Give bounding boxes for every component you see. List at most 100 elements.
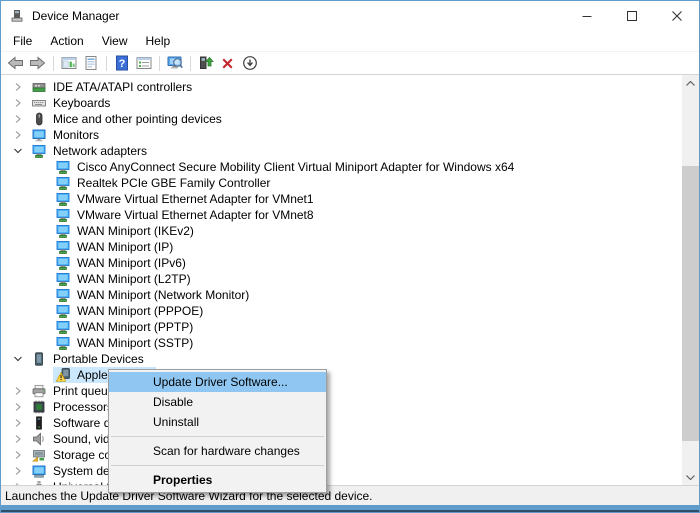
tree-item-wan-miniport-ip[interactable]: WAN Miniport (IP) xyxy=(1,239,682,255)
network-adapter-icon xyxy=(32,144,46,158)
row-body: WAN Miniport (Network Monitor) xyxy=(53,287,257,303)
back-button[interactable] xyxy=(5,53,26,73)
context-menu-item-properties[interactable]: Properties xyxy=(109,470,326,490)
processor-icon xyxy=(32,400,46,414)
keyboard-icon xyxy=(32,96,46,110)
tree-item-label: Mice and other pointing devices xyxy=(53,112,222,126)
chevron-collapsed-icon[interactable] xyxy=(13,433,29,445)
menu-bar: FileActionViewHelp xyxy=(1,31,699,52)
uninstall-icon xyxy=(220,56,235,71)
tree-item-wan-miniport-sstp[interactable]: WAN Miniport (SSTP) xyxy=(1,335,682,351)
tree-item-wan-miniport-l2tp[interactable]: WAN Miniport (L2TP) xyxy=(1,271,682,287)
chevron-expanded-icon[interactable] xyxy=(13,353,29,365)
properties-button[interactable] xyxy=(80,53,101,73)
forward-button[interactable] xyxy=(27,53,48,73)
tree-item-monitors[interactable]: Monitors xyxy=(1,127,682,143)
mouse-icon xyxy=(32,112,46,126)
chevron-collapsed-icon[interactable] xyxy=(13,449,29,461)
tree-item-wan-miniport-ipv6[interactable]: WAN Miniport (IPv6) xyxy=(1,255,682,271)
tree-item-wan-miniport-network-monitor[interactable]: WAN Miniport (Network Monitor) xyxy=(1,287,682,303)
menu-help[interactable]: Help xyxy=(137,31,180,51)
chevron-collapsed-icon[interactable] xyxy=(13,97,29,109)
vertical-scrollbar[interactable] xyxy=(682,75,699,485)
tree-item-cisco-anyconnect-secure-mobility-client-virtual-miniport-adapter-for-windows-x64[interactable]: Cisco AnyConnect Secure Mobility Client … xyxy=(1,159,682,175)
scan-hardware-button[interactable] xyxy=(164,53,185,73)
maximize-button[interactable] xyxy=(609,1,654,31)
sound-icon xyxy=(32,432,46,446)
tree-item-storage-controllers[interactable]: Storage controllers xyxy=(1,447,682,463)
row-body: Realtek PCIe GBE Family Controller xyxy=(53,175,278,191)
minimize-button[interactable] xyxy=(564,1,609,31)
row-body: Portable Devices xyxy=(29,351,152,367)
minimize-icon xyxy=(582,11,592,21)
tree-item-processors[interactable]: Processors xyxy=(1,399,682,415)
tree-item-apple-iphone[interactable]: Apple iPhone xyxy=(1,367,682,383)
export-list-button[interactable] xyxy=(133,53,154,73)
tree-item-mice-and-other-pointing-devices[interactable]: Mice and other pointing devices xyxy=(1,111,682,127)
scroll-down-button[interactable] xyxy=(682,469,699,485)
context-menu-item-update-driver-software[interactable]: Update Driver Software... xyxy=(109,372,326,392)
tree-item-label: Network adapters xyxy=(53,144,147,158)
software-device-icon xyxy=(32,416,46,430)
chevron-collapsed-icon[interactable] xyxy=(13,465,29,477)
chevron-expanded-icon[interactable] xyxy=(13,145,29,157)
disable-button[interactable] xyxy=(239,53,260,73)
row-body: Cisco AnyConnect Secure Mobility Client … xyxy=(53,159,522,175)
network-adapter-icon xyxy=(56,240,70,254)
context-menu-item-scan-for-hardware-changes[interactable]: Scan for hardware changes xyxy=(109,441,326,461)
portable-device-icon xyxy=(32,352,46,366)
tree-item-label: WAN Miniport (IPv6) xyxy=(77,256,186,270)
tree-item-keyboards[interactable]: Keyboards xyxy=(1,95,682,111)
chevron-collapsed-icon[interactable] xyxy=(13,385,29,397)
network-adapter-icon xyxy=(56,336,70,350)
network-adapter-icon xyxy=(56,160,70,174)
tree-item-portable-devices[interactable]: Portable Devices xyxy=(1,351,682,367)
title-bar: Device Manager xyxy=(1,1,699,31)
tree-item-label: VMware Virtual Ethernet Adapter for VMne… xyxy=(77,208,314,222)
chevron-collapsed-icon[interactable] xyxy=(13,113,29,125)
tree-item-label: WAN Miniport (IKEv2) xyxy=(77,224,194,238)
svg-text:?: ? xyxy=(118,58,125,70)
menu-file[interactable]: File xyxy=(4,31,41,51)
tree-item-label: Keyboards xyxy=(53,96,110,110)
chevron-placeholder xyxy=(37,337,53,349)
scan-hardware-icon xyxy=(167,55,183,71)
forward-icon xyxy=(29,55,46,71)
chevron-placeholder xyxy=(37,161,53,173)
tree-item-sound-video-and-game-controllers[interactable]: Sound, video and game controllers xyxy=(1,431,682,447)
tree-item-ide-ata-atapi-controllers[interactable]: IDE ATA/ATAPI controllers xyxy=(1,79,682,95)
portable-device-warning-icon xyxy=(56,368,70,382)
tree-item-network-adapters[interactable]: Network adapters xyxy=(1,143,682,159)
close-button[interactable] xyxy=(654,1,699,31)
context-menu: Update Driver Software...DisableUninstal… xyxy=(108,369,327,493)
chevron-collapsed-icon[interactable] xyxy=(13,401,29,413)
tree-item-wan-miniport-pppoe[interactable]: WAN Miniport (PPPOE) xyxy=(1,303,682,319)
context-menu-item-uninstall[interactable]: Uninstall xyxy=(109,412,326,432)
toolbar-separator xyxy=(53,56,54,71)
tree-item-software-devices[interactable]: Software devices xyxy=(1,415,682,431)
menu-view[interactable]: View xyxy=(93,31,137,51)
tree-item-realtek-pcie-gbe-family-controller[interactable]: Realtek PCIe GBE Family Controller xyxy=(1,175,682,191)
tree-item-vmware-virtual-ethernet-adapter-for-vmnet1[interactable]: VMware Virtual Ethernet Adapter for VMne… xyxy=(1,191,682,207)
chevron-collapsed-icon[interactable] xyxy=(13,129,29,141)
tree-item-system-devices[interactable]: System devices xyxy=(1,463,682,479)
tree-item-vmware-virtual-ethernet-adapter-for-vmnet8[interactable]: VMware Virtual Ethernet Adapter for VMne… xyxy=(1,207,682,223)
scrollbar-thumb[interactable] xyxy=(682,166,699,441)
properties-icon xyxy=(83,55,99,71)
chevron-collapsed-icon[interactable] xyxy=(13,417,29,429)
menu-action[interactable]: Action xyxy=(41,31,92,51)
tree-item-label: WAN Miniport (Network Monitor) xyxy=(77,288,249,302)
context-menu-item-disable[interactable]: Disable xyxy=(109,392,326,412)
show-console-tree-button[interactable] xyxy=(58,53,79,73)
update-driver-button[interactable] xyxy=(195,53,216,73)
tree-item-print-queues[interactable]: Print queues xyxy=(1,383,682,399)
window-bottom-edge xyxy=(1,510,699,512)
scroll-down-icon xyxy=(686,475,695,480)
uninstall-button[interactable] xyxy=(217,53,238,73)
scroll-up-button[interactable] xyxy=(682,75,699,91)
help-button[interactable]: ? xyxy=(111,53,132,73)
tree-item-wan-miniport-ikev2[interactable]: WAN Miniport (IKEv2) xyxy=(1,223,682,239)
tree-item-wan-miniport-pptp[interactable]: WAN Miniport (PPTP) xyxy=(1,319,682,335)
chevron-collapsed-icon[interactable] xyxy=(13,81,29,93)
toolbar: ? xyxy=(1,52,699,75)
